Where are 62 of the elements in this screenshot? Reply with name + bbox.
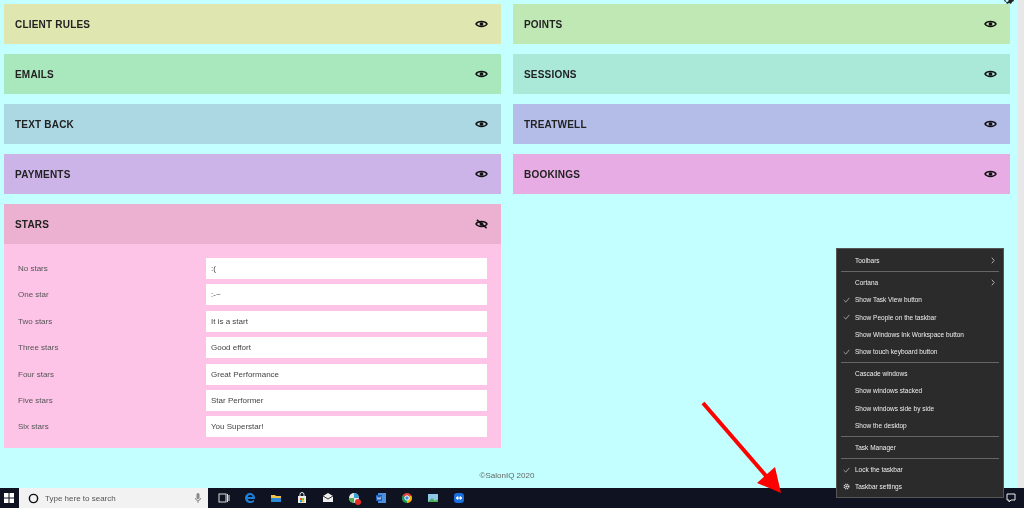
eye-icon[interactable]	[984, 119, 997, 129]
chrome-icon[interactable]	[401, 492, 413, 504]
text-field[interactable]: :-~	[206, 284, 487, 306]
eye-icon[interactable]	[984, 169, 997, 179]
panel-title: SESSIONS	[524, 68, 577, 80]
windows-start-icon[interactable]	[4, 493, 14, 503]
document-app-icon[interactable]	[375, 492, 387, 504]
panel-title: TREATWELL	[524, 118, 587, 130]
eye-icon[interactable]	[475, 19, 488, 29]
image-viewer-icon[interactable]	[427, 492, 439, 504]
panel-title: STARS	[15, 218, 50, 230]
text-field[interactable]: :(	[206, 258, 487, 279]
search-bar[interactable]: Type here to search	[19, 488, 208, 508]
panel-title: PAYMENTS	[15, 168, 71, 180]
scrollbar[interactable]	[1018, 0, 1024, 488]
notification-icon[interactable]	[1006, 493, 1016, 503]
search-field[interactable]: Type here to search	[45, 493, 189, 503]
eye-icon[interactable]	[475, 169, 488, 179]
panel-header[interactable]: BOOKINGS	[513, 154, 1010, 194]
panel-title: TEXT BACK	[15, 118, 75, 130]
panel-title: BOOKINGS	[524, 168, 581, 180]
field-label: Six stars	[18, 422, 50, 432]
eye-icon[interactable]	[984, 19, 997, 29]
panel-header[interactable]: POINTS	[513, 4, 1010, 44]
eye-icon[interactable]	[475, 119, 488, 129]
panel-title: EMAILS	[15, 68, 54, 80]
search-icon	[28, 492, 39, 504]
field-label: Four stars	[18, 369, 55, 379]
panel-header[interactable]: SESSIONS	[513, 54, 1010, 94]
chevron-right-icon	[991, 257, 995, 265]
chevron-right-icon	[991, 279, 995, 287]
folder-icon[interactable]	[270, 492, 282, 504]
panel-header[interactable]: STARS	[4, 204, 501, 244]
panel-header[interactable]: PAYMENTS	[4, 154, 501, 194]
field-label: Five stars	[18, 395, 54, 405]
remote-app-icon[interactable]	[453, 492, 465, 504]
browser-icon[interactable]	[244, 492, 256, 504]
eye-icon[interactable]	[475, 69, 488, 79]
text-field[interactable]: Star Performer	[206, 389, 487, 411]
app-icon[interactable]	[348, 491, 361, 505]
eye-icon[interactable]	[984, 69, 997, 79]
panel-header[interactable]: CLIENT RULES	[4, 4, 501, 44]
panel-header[interactable]: TREATWELL	[513, 104, 1010, 144]
shopping-bag-icon[interactable]	[296, 492, 308, 504]
panel-header[interactable]: EMAILS	[4, 54, 501, 94]
panel-header[interactable]: TEXT BACK	[4, 104, 501, 144]
text-field[interactable]: Good effort	[206, 337, 487, 359]
field-label: Three stars	[18, 343, 60, 353]
text-field[interactable]: It is a start	[206, 310, 487, 332]
field-label: Two stars	[18, 316, 54, 326]
text-field[interactable]: Great Performance	[206, 363, 487, 385]
mail-icon[interactable]	[322, 492, 334, 504]
microphone-icon[interactable]	[195, 493, 201, 503]
gear-icon	[843, 483, 850, 491]
field-label: One star	[18, 290, 50, 300]
task-view-icon[interactable]	[218, 492, 230, 504]
field-label: No stars	[18, 264, 49, 273]
eye-slash-icon[interactable]	[475, 219, 488, 229]
text-field[interactable]: You Superstar!	[206, 416, 487, 438]
panel-title: POINTS	[524, 18, 563, 30]
panel-title: CLIENT RULES	[15, 18, 91, 30]
footer-text: ©SalonIQ 2020	[479, 471, 535, 480]
